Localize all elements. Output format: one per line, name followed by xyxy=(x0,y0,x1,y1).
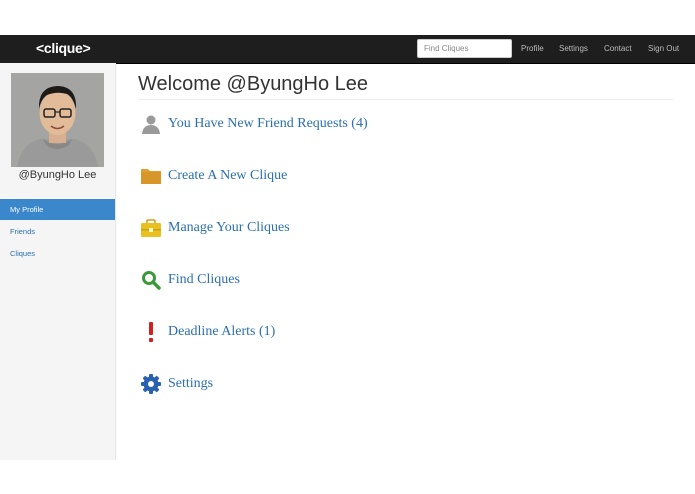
avatar xyxy=(11,73,104,167)
nav-link-settings[interactable]: Settings xyxy=(559,44,588,53)
find-cliques-label: Find Cliques xyxy=(168,272,240,287)
deadline-alerts-label: Deadline Alerts (1) xyxy=(168,324,276,339)
profile-photo xyxy=(11,73,104,167)
search-icon xyxy=(140,269,162,291)
page-title: Welcome @ByungHo Lee xyxy=(138,73,369,95)
search-input[interactable] xyxy=(417,39,512,58)
settings-label: Settings xyxy=(168,376,214,391)
folder-icon xyxy=(140,165,162,187)
sidebar-item-my-profile[interactable]: My Profile xyxy=(0,199,115,220)
top-navbar: <clique> Profile Settings Contact Sign O… xyxy=(0,35,695,64)
manage-cliques-label: Manage Your Cliques xyxy=(168,220,290,235)
sidebar: @ByungHo Lee My Profile Friends Cliques xyxy=(0,63,116,460)
exclamation-icon xyxy=(140,321,162,343)
gear-icon xyxy=(140,373,162,395)
friend-requests-label: You Have New Friend Requests (4) xyxy=(168,116,368,131)
title-divider xyxy=(138,99,673,100)
profile-username: @ByungHo Lee xyxy=(18,169,97,181)
user-icon xyxy=(140,113,162,135)
briefcase-icon xyxy=(140,217,162,239)
sidebar-item-cliques[interactable]: Cliques xyxy=(0,243,115,264)
brand-logo[interactable]: <clique> xyxy=(36,40,91,56)
nav-link-contact[interactable]: Contact xyxy=(604,44,632,53)
nav-link-sign-out[interactable]: Sign Out xyxy=(648,44,679,53)
nav-link-profile[interactable]: Profile xyxy=(521,44,544,53)
sidebar-item-friends[interactable]: Friends xyxy=(0,221,115,242)
create-clique-label: Create A New Clique xyxy=(168,168,288,183)
